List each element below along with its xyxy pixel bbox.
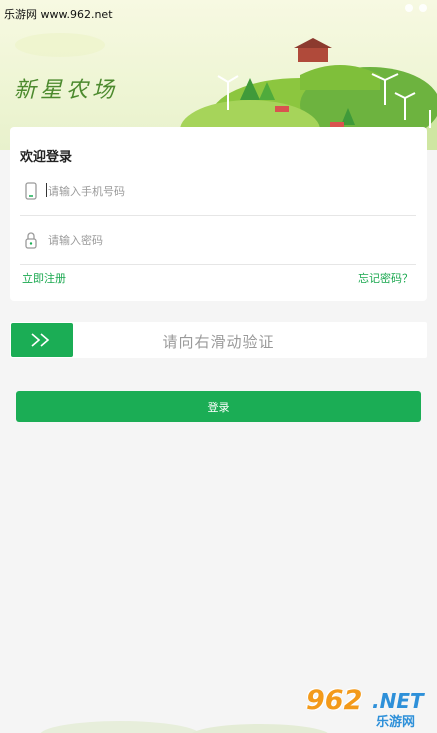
password-field[interactable] (20, 216, 416, 265)
logo-number: 962 (306, 685, 363, 716)
forgot-password-link[interactable]: 忘记密码？ (358, 270, 413, 286)
phone-field[interactable] (20, 167, 416, 216)
slide-verify[interactable]: 请向右滑动验证 (10, 322, 427, 358)
login-card-title: 欢迎登录 (20, 150, 73, 165)
register-link[interactable]: 立即注册 (22, 270, 66, 286)
login-card: 欢迎登录 立即注册 忘记密码？ (10, 127, 427, 301)
logo-suffix: .NET (372, 689, 424, 713)
lock-icon (25, 232, 37, 249)
battery-icon (419, 4, 427, 12)
slide-verify-handle[interactable] (11, 323, 73, 357)
phone-icon (25, 182, 37, 200)
signal-icon (405, 4, 413, 12)
phone-input[interactable] (46, 179, 410, 203)
logo-cn-text: 乐游网 (376, 715, 416, 730)
double-chevron-right-icon (31, 333, 50, 347)
brand-title: 新星农场 (14, 78, 119, 103)
site-logo-watermark: 962 .NET 乐游网 (300, 683, 432, 730)
site-watermark-text: 乐游网 www.962.net (4, 8, 113, 21)
login-button[interactable]: 登录 (16, 391, 421, 422)
status-bar-icons (405, 4, 427, 12)
password-input[interactable] (46, 228, 410, 252)
